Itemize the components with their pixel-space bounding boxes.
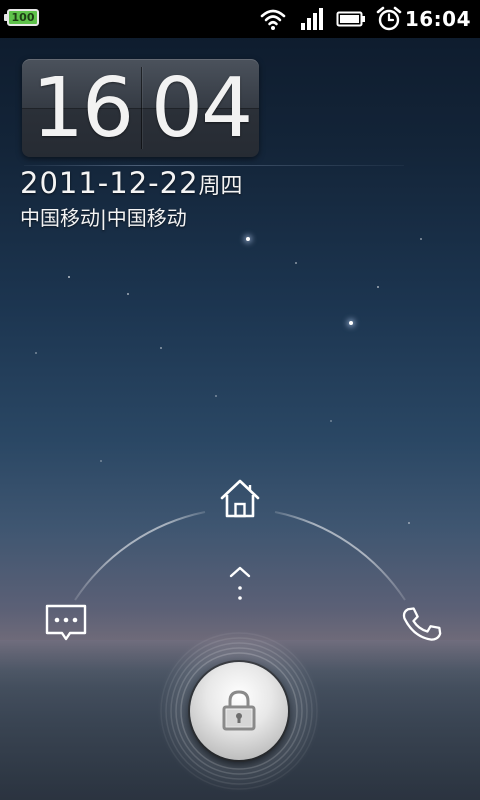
home-icon[interactable] [216, 474, 264, 522]
lock-icon [222, 690, 256, 731]
phone-icon[interactable] [397, 601, 445, 649]
lock-screen: 100 16:04 16 04 2011-12-22周四 中国移动|中国移动 [0, 0, 480, 800]
lock-handle-button[interactable] [190, 662, 288, 760]
message-icon[interactable] [42, 599, 90, 647]
swipe-up-hint-icon [229, 566, 251, 600]
